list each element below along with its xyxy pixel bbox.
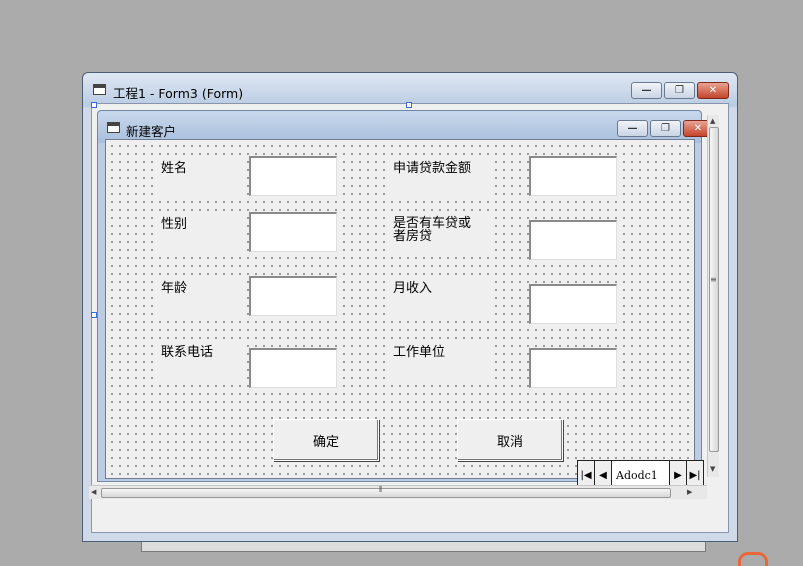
form-icon <box>93 84 106 95</box>
mortgage-input[interactable] <box>529 220 617 260</box>
mortgage-label-line2: 者房贷 <box>393 229 433 244</box>
next-record-icon: ▶ <box>674 470 682 481</box>
last-record-icon: ▶| <box>689 470 701 481</box>
restore-button[interactable]: ❐ <box>664 82 695 99</box>
minimize-icon: — <box>641 85 652 96</box>
close-icon: ✕ <box>708 85 718 96</box>
loan-amount-label: 申请贷款金额 <box>385 156 495 196</box>
employer-label: 工作单位 <box>385 340 495 380</box>
close-icon: ✕ <box>693 123 703 134</box>
form-window: 新建客户 — ❐ ✕ 姓名 性别 年龄 联系电话 申请贷款金额 是否有车贷或 者… <box>97 110 713 491</box>
designer-title: 工程1 - Form3 (Form) <box>113 86 244 101</box>
minimize-icon: — <box>627 123 638 134</box>
income-label: 月收入 <box>385 276 495 316</box>
age-label: 年龄 <box>153 276 241 316</box>
scroll-left-icon[interactable]: ◀ <box>91 488 96 496</box>
age-input[interactable] <box>249 276 337 316</box>
income-input[interactable] <box>529 284 617 324</box>
employer-input[interactable] <box>529 348 617 388</box>
designer-window: 工程1 - Form3 (Form) — ❐ ✕ 新建客户 — ❐ ✕ 姓名 性… <box>82 72 738 542</box>
name-input[interactable] <box>249 156 337 196</box>
restore-icon: ❐ <box>661 123 670 134</box>
scroll-up-icon[interactable]: ▲ <box>710 117 715 125</box>
scroll-down-icon[interactable]: ▼ <box>710 465 715 473</box>
resize-handle[interactable] <box>91 102 97 108</box>
minimize-button[interactable]: — <box>631 82 662 99</box>
scroll-grip-icon: ≡ <box>710 275 717 284</box>
loan-amount-input[interactable] <box>529 156 617 196</box>
gender-input[interactable] <box>249 212 337 252</box>
scroll-right-icon[interactable]: ▶ <box>687 488 692 496</box>
phone-label: 联系电话 <box>153 340 241 380</box>
phone-input[interactable] <box>249 348 337 388</box>
cancel-button[interactable]: 取消 <box>457 419 563 461</box>
mortgage-label: 是否有车贷或 者房贷 <box>385 212 495 256</box>
horizontal-scroll-thumb[interactable] <box>101 488 671 498</box>
first-record-icon: |◀ <box>580 470 592 481</box>
form-title: 新建客户 <box>126 124 177 139</box>
name-label: 姓名 <box>153 156 241 196</box>
corner-logo <box>738 552 768 566</box>
form-restore-button[interactable]: ❐ <box>650 120 681 137</box>
vertical-scrollbar[interactable]: ▲ ≡ ▼ <box>707 115 719 477</box>
form-design-surface[interactable]: 姓名 性别 年龄 联系电话 申请贷款金额 是否有车贷或 者房贷 月收入 工作单位 <box>105 139 704 491</box>
vertical-scroll-thumb[interactable] <box>709 127 719 452</box>
form-minimize-button[interactable]: — <box>617 120 648 137</box>
close-button[interactable]: ✕ <box>697 82 729 99</box>
gender-label: 性别 <box>153 212 241 252</box>
scroll-grip-icon: ⦀ <box>379 485 383 494</box>
restore-icon: ❐ <box>675 85 684 96</box>
horizontal-scrollbar[interactable]: ◀ ⦀ ▶ <box>89 485 707 499</box>
ok-button[interactable]: 确定 <box>273 419 379 461</box>
form-icon <box>107 122 120 133</box>
resize-handle[interactable] <box>406 102 412 108</box>
previous-record-icon: ◀ <box>599 470 607 481</box>
